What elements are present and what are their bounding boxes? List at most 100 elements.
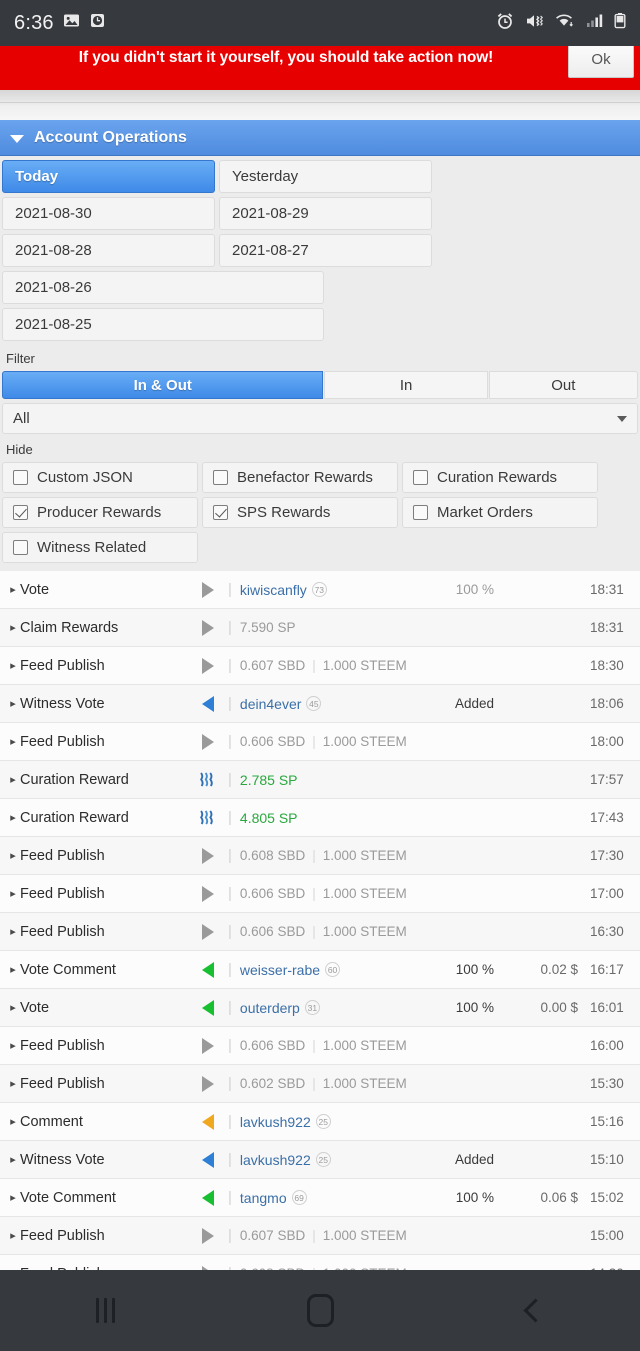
direction-arrow-icon: [202, 961, 214, 978]
expand-chevron-icon[interactable]: ▸: [0, 849, 20, 862]
banner-ok-button[interactable]: Ok: [568, 46, 634, 78]
checkbox-icon[interactable]: [413, 470, 428, 485]
date-chip[interactable]: 2021-08-28: [2, 234, 215, 267]
checkbox-icon[interactable]: [213, 470, 228, 485]
expand-chevron-icon[interactable]: ▸: [0, 811, 20, 824]
operation-row[interactable]: ▸ Feed Publish | 0.607 SBD | 1.000 STEEM 15:00: [0, 1217, 640, 1255]
direction-arrow-icon: [190, 619, 226, 636]
filter-type-select[interactable]: All: [2, 403, 638, 434]
expand-chevron-icon[interactable]: ▸: [0, 773, 20, 786]
expand-chevron-icon[interactable]: ▸: [0, 1039, 20, 1052]
operation-percent: Added: [454, 696, 494, 711]
operation-row[interactable]: ▸ Feed Publish | 0.607 SBD | 1.000 STEEM 18:30: [0, 647, 640, 685]
home-icon[interactable]: [307, 1294, 335, 1327]
operation-row[interactable]: ▸ Feed Publish | 0.606 SBD | 1.000 STEEM 16:00: [0, 1027, 640, 1065]
operation-row[interactable]: ▸ Vote | kiwiscanfly 73 100 % 18:31: [0, 571, 640, 609]
operation-row[interactable]: ▸ Vote Comment | tangmo 69 100 % 0.06 $ 15:02: [0, 1179, 640, 1217]
operation-type: Comment: [20, 1113, 83, 1130]
expand-chevron-icon[interactable]: ▸: [0, 963, 20, 976]
account-link[interactable]: dein4ever: [240, 696, 302, 712]
operation-row[interactable]: ▸ Curation Reward | 2.785 SP 17:57: [0, 761, 640, 799]
direction-arrow-icon: [190, 695, 226, 712]
expand-chevron-icon[interactable]: ▸: [0, 735, 20, 748]
operation-percent: 100 %: [455, 1190, 494, 1205]
hide-option[interactable]: Market Orders: [402, 497, 598, 528]
hide-option[interactable]: Curation Rewards: [402, 462, 598, 493]
amount-value: 0.606 SBD: [239, 886, 306, 901]
operation-row[interactable]: ▸ Feed Publish | 0.606 SBD | 1.000 STEEM 18:00: [0, 723, 640, 761]
account-link[interactable]: outerderp: [240, 1000, 300, 1016]
direction-arrow-icon: [202, 657, 214, 674]
operation-row[interactable]: ▸ Feed Publish | 0.608 SBD | 1.000 STEEM 17:30: [0, 837, 640, 875]
amount-value: 0.606 SBD: [239, 1038, 306, 1053]
account-operations-header[interactable]: Account Operations: [0, 120, 640, 156]
hide-option[interactable]: Custom JSON: [2, 462, 198, 493]
date-chip[interactable]: 2021-08-27: [219, 234, 432, 267]
operation-detail: kiwiscanfly 73: [240, 582, 640, 598]
expand-chevron-icon[interactable]: ▸: [0, 1001, 20, 1014]
recent-apps-icon[interactable]: [96, 1298, 116, 1323]
reputation-badge: 73: [311, 582, 327, 597]
operation-detail: weisser-rabe 60: [240, 962, 640, 978]
operation-row[interactable]: ▸ Claim Rewards | 7.590 SP 18:31: [0, 609, 640, 647]
operation-row[interactable]: ▸ Comment | lavkush922 25 15:16: [0, 1103, 640, 1141]
expand-chevron-icon[interactable]: ▸: [0, 1153, 20, 1166]
status-bar-clock: 6:36: [14, 11, 54, 34]
direction-arrow-icon: [202, 1189, 214, 1206]
expand-chevron-icon[interactable]: ▸: [0, 1077, 20, 1090]
expand-chevron-icon[interactable]: ▸: [0, 1229, 20, 1242]
expand-chevron-icon[interactable]: ▸: [0, 1115, 20, 1128]
direction-arrow-icon: [202, 1075, 214, 1092]
expand-chevron-icon[interactable]: ▸: [0, 925, 20, 938]
date-chip[interactable]: 2021-08-25: [2, 308, 324, 341]
expand-chevron-icon[interactable]: ▸: [0, 621, 20, 634]
column-divider: |: [228, 771, 232, 788]
hide-option[interactable]: Benefactor Rewards: [202, 462, 398, 493]
date-chip[interactable]: 2021-08-29: [219, 197, 432, 230]
operation-type: Feed Publish: [20, 885, 105, 902]
page-content-obscured-strip: [0, 90, 640, 120]
operation-row[interactable]: ▸ Witness Vote | dein4ever 45 Added 18:06: [0, 685, 640, 723]
operation-detail: tangmo 69: [240, 1190, 640, 1206]
wifi-icon: [555, 12, 575, 35]
operation-row[interactable]: ▸ Witness Vote | lavkush922 25 Added 15:10: [0, 1141, 640, 1179]
expand-chevron-icon[interactable]: ▸: [0, 659, 20, 672]
operation-row[interactable]: ▸ Feed Publish | 0.606 SBD | 1.000 STEEM 16:30: [0, 913, 640, 951]
hide-option[interactable]: Witness Related: [2, 532, 198, 563]
filter-segment[interactable]: Out: [488, 371, 638, 399]
account-link[interactable]: lavkush922: [240, 1152, 311, 1168]
expand-chevron-icon[interactable]: ▸: [0, 583, 20, 596]
date-chip[interactable]: Today: [2, 160, 215, 193]
expand-chevron-icon[interactable]: ▸: [0, 697, 20, 710]
amount-divider: |: [312, 1038, 316, 1053]
amount-value: 1.000 STEEM: [322, 848, 407, 863]
operation-row[interactable]: ▸ Vote Comment | weisser-rabe 60 100 % 0.02 $ 1…: [0, 951, 640, 989]
filter-segment[interactable]: In & Out: [2, 371, 324, 399]
operation-row[interactable]: ▸ Curation Reward | 4.805 SP 17:43: [0, 799, 640, 837]
hide-option[interactable]: Producer Rewards: [2, 497, 198, 528]
column-divider: |: [228, 1037, 232, 1054]
expand-chevron-icon[interactable]: ▸: [0, 1191, 20, 1204]
expand-chevron-icon[interactable]: ▸: [0, 887, 20, 900]
checkbox-icon[interactable]: [13, 540, 28, 555]
back-icon[interactable]: [523, 1298, 548, 1323]
operation-time: 16:17: [590, 962, 624, 977]
filter-segment[interactable]: In: [324, 371, 488, 399]
checkbox-icon[interactable]: [13, 505, 28, 520]
operation-row[interactable]: ▸ Feed Publish | 0.602 SBD | 1.000 STEEM 15:30: [0, 1065, 640, 1103]
checkbox-icon[interactable]: [213, 505, 228, 520]
operation-row[interactable]: ▸ Vote | outerderp 31 100 % 0.00 $ 16:01: [0, 989, 640, 1027]
date-chip[interactable]: Yesterday: [219, 160, 432, 193]
amount-divider: |: [312, 886, 316, 901]
account-link[interactable]: kiwiscanfly: [240, 582, 307, 598]
checkbox-icon[interactable]: [413, 505, 428, 520]
date-chip[interactable]: 2021-08-30: [2, 197, 215, 230]
operation-row[interactable]: ▸ Feed Publish | 0.606 SBD | 1.000 STEEM 17:00: [0, 875, 640, 913]
reputation-badge: 25: [315, 1152, 331, 1167]
checkbox-icon[interactable]: [13, 470, 28, 485]
account-link[interactable]: weisser-rabe: [240, 962, 320, 978]
account-link[interactable]: tangmo: [240, 1190, 287, 1206]
hide-option[interactable]: SPS Rewards: [202, 497, 398, 528]
date-chip[interactable]: 2021-08-26: [2, 271, 324, 304]
account-link[interactable]: lavkush922: [240, 1114, 311, 1130]
